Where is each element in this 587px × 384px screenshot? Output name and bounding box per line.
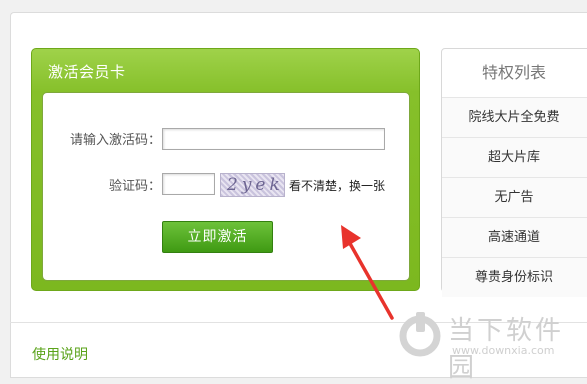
captcha-label: 验证码：: [108, 179, 161, 194]
activate-button[interactable]: 立即激活: [162, 221, 273, 253]
refresh-captcha-link[interactable]: 看不清楚，换一张: [289, 177, 385, 194]
captcha-input[interactable]: [162, 173, 215, 195]
code-label: 请输入激活码：: [69, 133, 161, 148]
privilege-item: 尊贵身份标识: [442, 257, 587, 297]
privilege-list: 特权列表 院线大片全免费 超大片库 无广告 高速通道 尊贵身份标识: [441, 48, 587, 297]
watermark-url: www.downxia.com: [452, 344, 555, 357]
usage-instructions-link[interactable]: 使用说明: [32, 344, 88, 364]
captcha-text: 2yek: [227, 175, 284, 195]
privilege-item: 院线大片全免费: [442, 97, 587, 137]
card-title: 激活会员卡: [48, 63, 126, 81]
watermark-logo-icon: [399, 312, 441, 357]
activation-code-input[interactable]: [162, 128, 385, 150]
watermark: 当下软件园 www.downxia.com: [398, 308, 587, 383]
captcha-image[interactable]: 2yek: [220, 173, 285, 197]
privilege-item: 高速通道: [442, 217, 587, 257]
privilege-item: 超大片库: [442, 137, 587, 177]
red-arrow-annotation: [341, 225, 394, 320]
privilege-list-title: 特权列表: [481, 63, 546, 82]
privilege-item: 无广告: [442, 177, 587, 217]
